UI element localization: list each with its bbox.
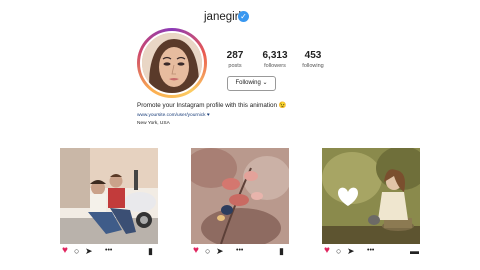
post-image-1[interactable] (60, 148, 158, 244)
save-icon[interactable]: ▬ (410, 246, 419, 256)
stat-following-value: 453 (304, 50, 322, 61)
comment-icon[interactable]: ○ (205, 246, 210, 256)
profile-avatar-ring[interactable] (137, 28, 207, 98)
heart-icon[interactable]: ♥ (193, 246, 199, 256)
stat-followers-label: followers (264, 63, 286, 69)
stat-followers-value: 6,313 (262, 50, 288, 61)
heart-icon[interactable]: ♥ (62, 246, 68, 256)
share-icon[interactable]: ➤ (347, 246, 355, 256)
post-3-actions: ♥ ○ ➤ ••• ▬ (322, 246, 420, 258)
share-icon[interactable]: ➤ (216, 246, 224, 256)
share-icon[interactable]: ➤ (85, 246, 93, 256)
stat-posts[interactable]: 287 posts (225, 50, 245, 69)
profile-location: New York, USA (137, 121, 170, 126)
more-icon[interactable]: ••• (105, 246, 112, 256)
heart-icon[interactable]: ♥ (324, 246, 330, 256)
following-button-label: Following (235, 80, 261, 86)
comment-icon[interactable]: ○ (336, 246, 341, 256)
profile-bio: Promote your Instagram profile with this… (137, 102, 287, 109)
post-1-actions: ♥ ○ ➤ ••• ▮ (60, 246, 158, 258)
stat-following-label: following (302, 63, 324, 69)
following-button[interactable]: Following ⌄ (227, 76, 276, 91)
comment-icon[interactable]: ○ (74, 246, 79, 256)
post-2-actions: ♥ ○ ➤ ••• ▮ (191, 246, 289, 258)
stat-followers[interactable]: 6,313 followers (260, 50, 290, 69)
more-icon[interactable]: ••• (367, 246, 374, 256)
verified-badge-icon: ✓ (238, 11, 249, 22)
bookmark-icon[interactable]: ▮ (279, 246, 284, 256)
stat-posts-label: posts (228, 63, 242, 69)
avatar (140, 31, 204, 95)
stat-following[interactable]: 453 following (300, 50, 326, 69)
post-image-3[interactable] (322, 148, 420, 244)
chevron-down-icon: ⌄ (262, 80, 268, 86)
more-icon[interactable]: ••• (236, 246, 243, 256)
post-image-2[interactable] (191, 148, 289, 244)
stat-posts-value: 287 (226, 50, 244, 61)
bookmark-icon[interactable]: ▮ (148, 246, 153, 256)
profile-username: janegirl (204, 11, 242, 23)
profile-link[interactable]: www.yoursite.com/user/yournick ♥ (137, 113, 210, 118)
